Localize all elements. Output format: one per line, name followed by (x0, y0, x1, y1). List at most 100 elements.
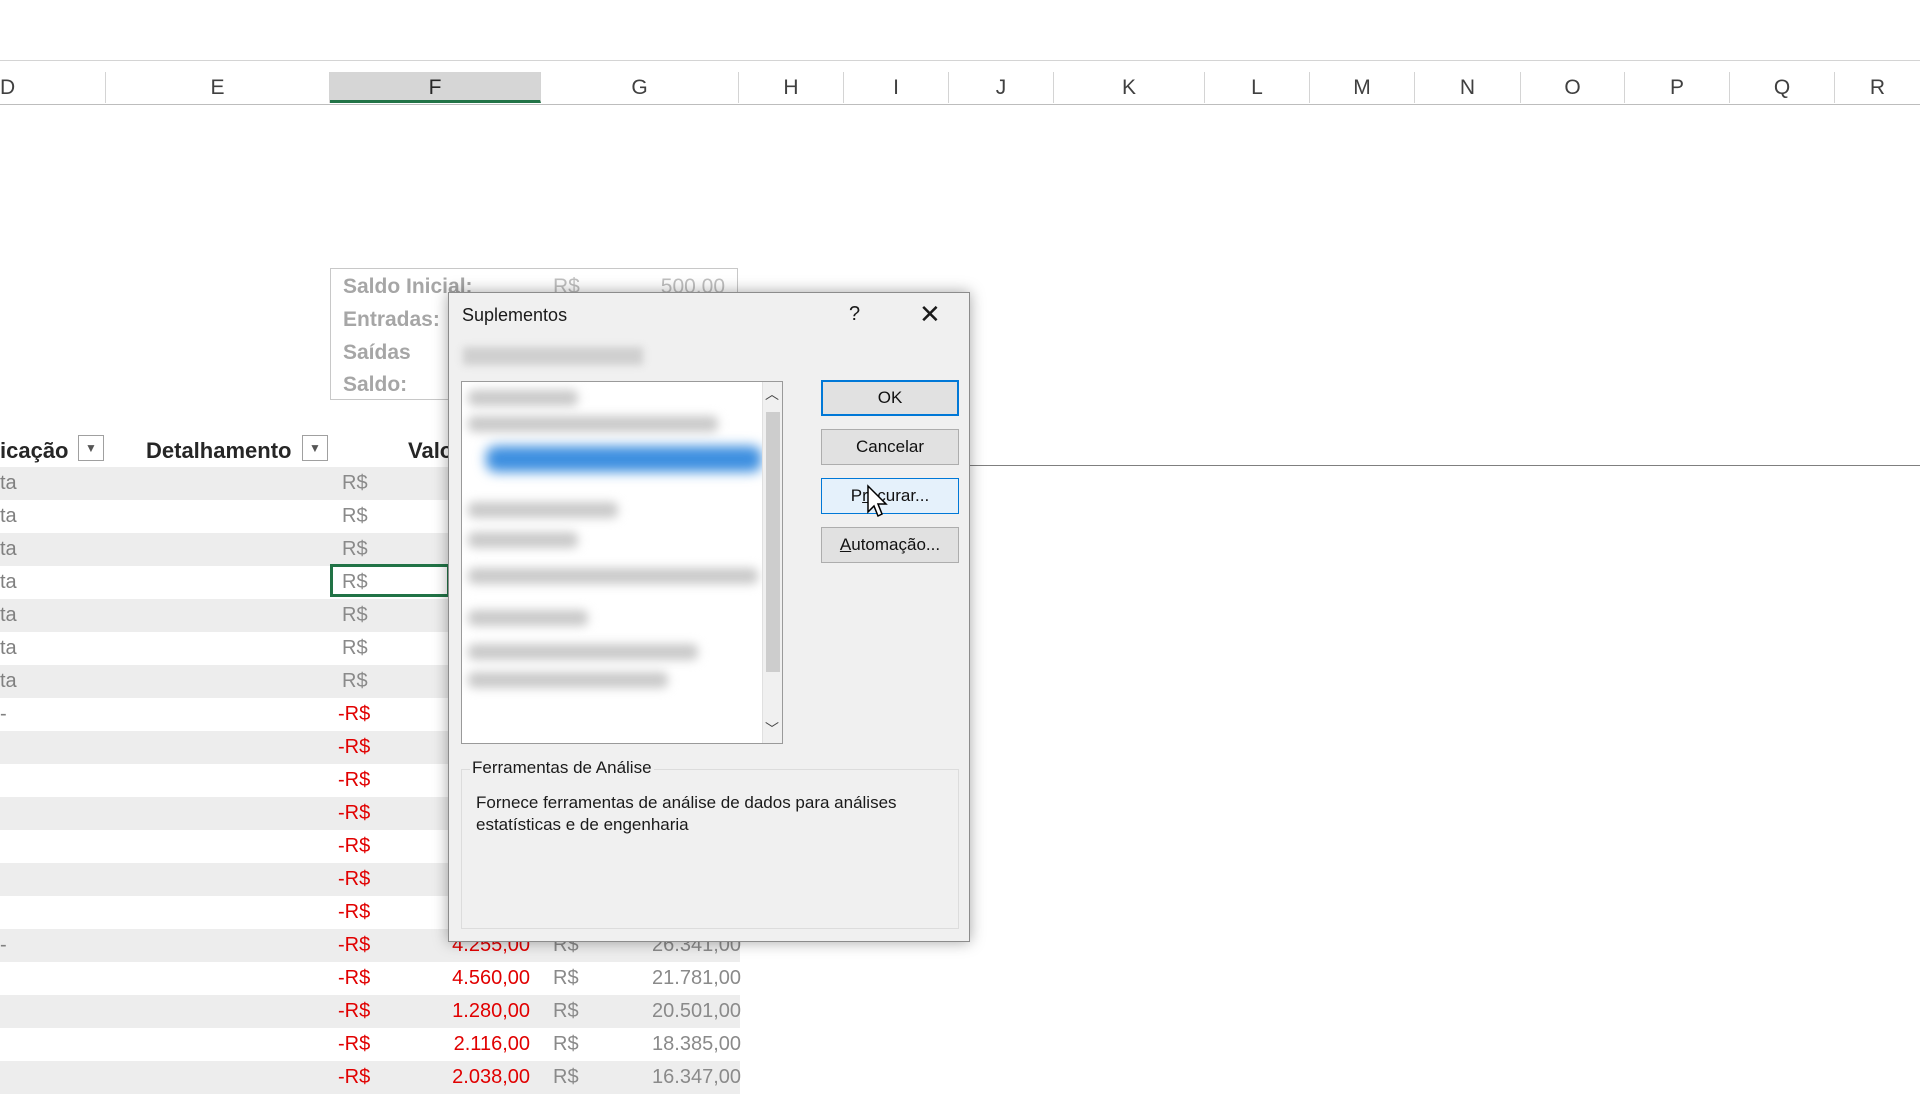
cell-classificacao[interactable]: ta (0, 566, 17, 599)
cell-value[interactable]: 1.280,00 (452, 995, 530, 1028)
column-header-p[interactable]: P (1625, 72, 1730, 103)
column-header-h[interactable]: H (739, 72, 844, 103)
column-header-o[interactable]: O (1521, 72, 1625, 103)
filter-dropdown-icon[interactable]: ▼ (302, 435, 328, 461)
list-item[interactable] (468, 502, 618, 518)
column-header-k[interactable]: K (1054, 72, 1205, 103)
cell-currency[interactable]: R$ (342, 500, 368, 533)
cell-value[interactable]: 2.038,00 (452, 1061, 530, 1094)
header-detalhamento: Detalhamento (146, 438, 292, 463)
cell-classificacao[interactable]: ta (0, 632, 17, 665)
mouse-cursor-icon (867, 484, 888, 518)
list-scrollbar[interactable]: ︿ ﹀ (762, 382, 782, 743)
chevron-up-icon[interactable]: ︿ (765, 384, 779, 404)
cell-currency-balance[interactable]: R$ (553, 962, 579, 995)
cell-currency[interactable]: R$ (342, 533, 368, 566)
automation-label: utomação... (851, 535, 941, 554)
cell-balance[interactable]: 16.347,00 (611, 1061, 741, 1094)
cell-currency[interactable]: -R$ (338, 830, 370, 863)
list-item[interactable] (468, 610, 588, 626)
add-ins-list[interactable]: ︿ ﹀ (461, 381, 783, 744)
column-header-e[interactable]: E (106, 72, 330, 103)
table-row: -R$ 2.038,00 R$ 16.347,00 (0, 1061, 741, 1094)
cell-value[interactable]: 4.560,00 (452, 962, 530, 995)
column-header-i[interactable]: I (844, 72, 949, 103)
cell-currency[interactable]: -R$ (338, 797, 370, 830)
table-row: -R$ 1.280,00 R$ 20.501,00 (0, 995, 741, 1028)
formula-bar[interactable] (0, 20, 1920, 61)
list-item[interactable] (468, 416, 718, 432)
cell-classificacao[interactable]: - (0, 698, 7, 731)
cell-balance[interactable]: 21.781,00 (611, 962, 741, 995)
column-header-l[interactable]: L (1205, 72, 1310, 103)
ok-button[interactable]: OK (821, 380, 959, 416)
description-group: Ferramentas de Análise Fornece ferrament… (461, 758, 959, 929)
cell-classificacao[interactable]: - (0, 929, 7, 962)
column-header-q[interactable]: Q (1730, 72, 1835, 103)
browse-label-start: P (850, 486, 863, 505)
cell-currency[interactable]: -R$ (338, 863, 370, 896)
cell-currency-balance[interactable]: R$ (553, 995, 579, 1028)
header-valor: Valo (408, 438, 454, 463)
list-item[interactable] (468, 568, 758, 584)
cell-currency-balance[interactable]: R$ (553, 1028, 579, 1061)
table-row: -R$ 2.116,00 R$ 18.385,00 (0, 1028, 741, 1061)
description-text: Fornece ferramentas de análise de dados … (476, 793, 897, 834)
column-header-f[interactable]: F (330, 72, 541, 103)
active-cell[interactable] (330, 564, 450, 597)
cell-currency[interactable]: -R$ (338, 896, 370, 929)
summary-label-saldo: Saldo: (343, 373, 408, 396)
cell-classificacao[interactable]: ta (0, 533, 17, 566)
cell-currency-balance[interactable]: R$ (553, 1061, 579, 1094)
cell-currency[interactable]: -R$ (338, 962, 370, 995)
cell-currency[interactable]: -R$ (338, 731, 370, 764)
cell-currency[interactable]: R$ (342, 632, 368, 665)
cell-value[interactable]: 2.116,00 (454, 1028, 530, 1061)
cell-balance[interactable]: 20.501,00 (611, 995, 741, 1028)
browse-button[interactable]: Procurar... (821, 478, 959, 514)
column-header-r[interactable]: R (1835, 72, 1920, 103)
cell-classificacao[interactable]: ta (0, 665, 17, 698)
list-label-blurred (463, 347, 643, 365)
cell-currency[interactable]: R$ (342, 467, 368, 500)
list-item[interactable] (468, 390, 578, 406)
cell-currency[interactable]: -R$ (338, 764, 370, 797)
header-classificacao: icação (0, 438, 69, 463)
cell-currency[interactable]: -R$ (338, 1061, 370, 1094)
column-header-g[interactable]: G (541, 72, 739, 103)
close-icon[interactable]: ✕ (919, 299, 941, 330)
cell-currency[interactable]: -R$ (338, 1028, 370, 1061)
cell-currency[interactable]: R$ (342, 665, 368, 698)
cell-classificacao[interactable]: ta (0, 599, 17, 632)
automation-mnemonic: A (839, 535, 852, 554)
scroll-thumb[interactable] (766, 412, 780, 672)
column-header-n[interactable]: N (1415, 72, 1521, 103)
column-header-m[interactable]: M (1310, 72, 1415, 103)
filter-dropdown-icon[interactable]: ▼ (78, 435, 104, 461)
table-row: -R$ 4.560,00 R$ 21.781,00 (0, 962, 741, 995)
automation-button[interactable]: Automação... (821, 527, 959, 563)
dialog-title: Suplementos (462, 305, 568, 325)
cell-classificacao[interactable]: ta (0, 500, 17, 533)
column-header-j[interactable]: J (949, 72, 1054, 103)
list-item[interactable] (468, 532, 578, 548)
summary-label-entradas: Entradas: (343, 308, 440, 331)
cell-currency[interactable]: -R$ (338, 698, 370, 731)
cell-currency[interactable]: -R$ (338, 995, 370, 1028)
list-item[interactable] (468, 644, 698, 660)
chevron-down-icon[interactable]: ﹀ (765, 719, 779, 739)
add-ins-dialog: Suplementos ? ✕ ︿ ﹀ OK Cancelar Procurar… (448, 292, 970, 942)
cell-currency[interactable]: R$ (342, 599, 368, 632)
list-item-selected[interactable] (486, 446, 762, 472)
cell-classificacao[interactable]: ta (0, 467, 17, 500)
column-header-d[interactable]: D (0, 72, 106, 103)
ribbon-edge (0, 0, 1920, 22)
cell-balance[interactable]: 18.385,00 (611, 1028, 741, 1061)
summary-label-saidas: Saídas (343, 341, 411, 364)
list-item[interactable] (468, 672, 668, 688)
column-header-bar: D E F G H I J K L M N O P Q R (0, 72, 1920, 105)
help-icon[interactable]: ? (849, 303, 860, 326)
cancel-button[interactable]: Cancelar (821, 429, 959, 465)
description-title: Ferramentas de Análise (470, 758, 654, 778)
cell-currency[interactable]: -R$ (338, 929, 370, 962)
